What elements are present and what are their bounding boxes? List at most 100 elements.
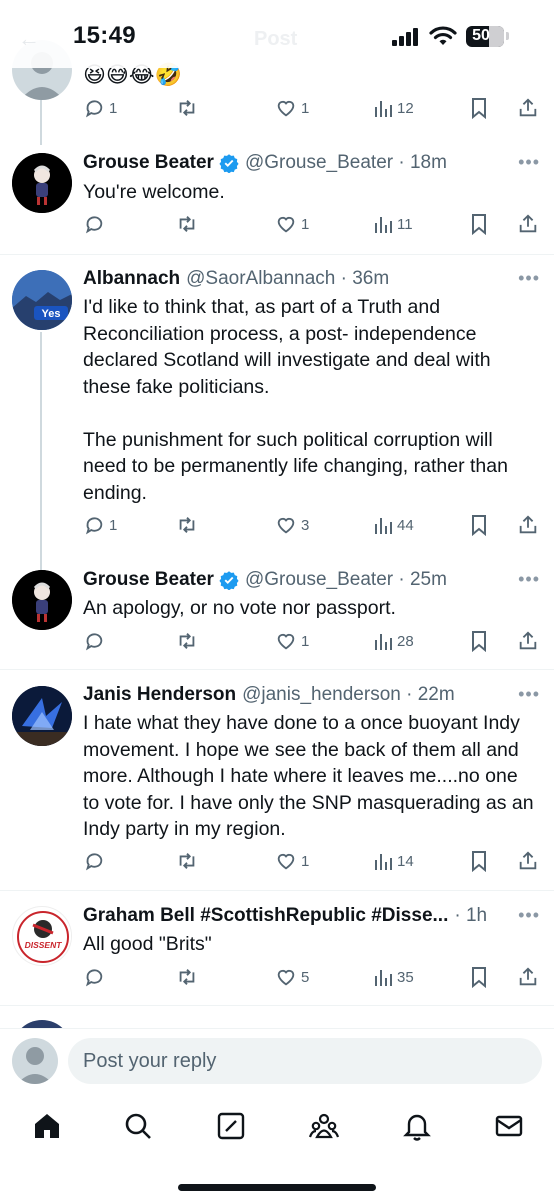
- more-options-icon[interactable]: •••: [518, 905, 540, 926]
- avatar[interactable]: [12, 686, 72, 746]
- tweet-actions: 1 14: [83, 850, 543, 876]
- more-options-icon[interactable]: •••: [518, 152, 540, 173]
- bottom-tab-bar: [0, 1094, 554, 1200]
- author-handle[interactable]: @Grouse_Beater · 18m: [245, 152, 447, 174]
- views-icon: [375, 854, 392, 870]
- retweet-button[interactable]: [175, 213, 199, 235]
- avatar[interactable]: [12, 1038, 58, 1084]
- avatar[interactable]: [12, 153, 72, 213]
- retweet-button[interactable]: [175, 630, 199, 652]
- notifications-icon[interactable]: [401, 1110, 433, 1142]
- bookmark-button[interactable]: [469, 630, 489, 652]
- avatar-yes-text: Yes: [42, 308, 61, 320]
- views-button[interactable]: 28: [373, 630, 414, 652]
- divider: [0, 254, 554, 255]
- author-name[interactable]: Grouse Beater: [83, 152, 214, 174]
- bookmark-button[interactable]: [469, 966, 489, 988]
- reply-feed: 😆😅😂🤣 1 1 12 Grouse Beater @Grouse_Beater…: [0, 0, 554, 1028]
- retweet-button[interactable]: [175, 97, 199, 119]
- tweet-header: Grouse Beater @Grouse_Beater · 18m: [83, 152, 447, 174]
- views-count: 14: [397, 852, 414, 870]
- reply-button[interactable]: [83, 966, 109, 988]
- views-button[interactable]: 35: [373, 966, 414, 988]
- reply-button[interactable]: [83, 213, 109, 235]
- tweet-header: Graham Bell #ScottishRepublic #Disse... …: [83, 905, 487, 927]
- author-name[interactable]: Graham Bell #ScottishRepublic #Disse...: [83, 905, 448, 927]
- reply-button[interactable]: 1: [83, 97, 117, 119]
- divider: [0, 1005, 554, 1006]
- author-name[interactable]: Grouse Beater: [83, 569, 214, 591]
- reply-composer: Post your reply: [0, 1028, 554, 1094]
- views-count: 11: [397, 215, 413, 233]
- reply-button[interactable]: 1: [83, 514, 117, 536]
- views-button[interactable]: 12: [373, 97, 414, 119]
- more-options-icon[interactable]: •••: [518, 684, 540, 705]
- thread-line: [40, 100, 42, 145]
- author-handle[interactable]: @janis_henderson · 22m: [242, 684, 455, 706]
- views-button[interactable]: 14: [373, 850, 414, 872]
- avatar[interactable]: DISSENT: [12, 906, 72, 966]
- share-button[interactable]: [517, 630, 539, 652]
- bookmark-icon: [472, 967, 486, 988]
- author-name[interactable]: Albannach: [83, 268, 180, 290]
- retweet-button[interactable]: [175, 514, 199, 536]
- bookmark-button[interactable]: [469, 850, 489, 872]
- views-icon: [375, 217, 392, 233]
- avatar[interactable]: Yes: [12, 270, 72, 330]
- bookmark-icon: [472, 98, 486, 119]
- heart-icon: [277, 517, 295, 534]
- home-icon[interactable]: [31, 1110, 63, 1142]
- signal-icon: [392, 28, 420, 46]
- messages-icon[interactable]: [493, 1110, 525, 1142]
- grok-icon[interactable]: [215, 1110, 247, 1142]
- author-handle[interactable]: @Grouse_Beater · 25m: [245, 569, 447, 591]
- views-count: 35: [397, 968, 414, 986]
- search-icon[interactable]: [122, 1110, 154, 1142]
- author-name[interactable]: Janis Henderson: [83, 684, 236, 706]
- reply-button[interactable]: [83, 630, 109, 652]
- retweet-icon: [179, 633, 195, 649]
- retweet-button[interactable]: [175, 966, 199, 988]
- more-options-icon[interactable]: •••: [518, 268, 540, 289]
- avatar[interactable]: [12, 570, 72, 630]
- page-title: Post: [254, 28, 298, 50]
- avatar[interactable]: [12, 1020, 72, 1028]
- reply-icon: [86, 216, 103, 234]
- share-button[interactable]: [517, 213, 539, 235]
- share-button[interactable]: [517, 966, 539, 988]
- divider: [0, 669, 554, 670]
- tweet-actions: 1 28: [83, 630, 543, 656]
- views-button[interactable]: 44: [373, 514, 414, 536]
- like-button[interactable]: 1: [275, 850, 309, 872]
- views-count: 28: [397, 632, 414, 650]
- reply-button[interactable]: [83, 850, 109, 872]
- share-button[interactable]: [517, 514, 539, 536]
- retweet-button[interactable]: [175, 850, 199, 872]
- communities-icon[interactable]: [308, 1110, 340, 1142]
- like-button[interactable]: 3: [275, 514, 309, 536]
- like-button[interactable]: 1: [275, 630, 309, 652]
- more-options-icon[interactable]: •••: [518, 569, 540, 590]
- bookmark-button[interactable]: [469, 97, 489, 119]
- bookmark-icon: [472, 631, 486, 652]
- tweet-text: I hate what they have done to a once buo…: [83, 712, 534, 840]
- views-button[interactable]: 11: [373, 213, 413, 235]
- share-button[interactable]: [517, 850, 539, 872]
- author-handle[interactable]: @SaorAlbannach · 36m: [186, 268, 389, 290]
- avatar-dissent-text: DISSENT: [25, 940, 63, 950]
- heart-icon: [277, 969, 295, 986]
- tweet-actions: 1 11: [83, 213, 543, 239]
- back-arrow-icon[interactable]: ←: [18, 26, 40, 52]
- like-button[interactable]: 5: [275, 966, 309, 988]
- tweet-actions: 1 1 12: [83, 97, 543, 123]
- heart-icon: [277, 100, 295, 117]
- like-button[interactable]: 1: [275, 97, 309, 119]
- author-handle[interactable]: · 1h: [454, 905, 487, 927]
- reply-input[interactable]: Post your reply: [68, 1038, 542, 1084]
- tweet-text: I'd like to think that, as part of a Tru…: [83, 296, 508, 504]
- bookmark-button[interactable]: [469, 514, 489, 536]
- like-button[interactable]: 1: [275, 213, 309, 235]
- battery-level: 50: [472, 27, 490, 44]
- bookmark-button[interactable]: [469, 213, 489, 235]
- share-button[interactable]: [517, 97, 539, 119]
